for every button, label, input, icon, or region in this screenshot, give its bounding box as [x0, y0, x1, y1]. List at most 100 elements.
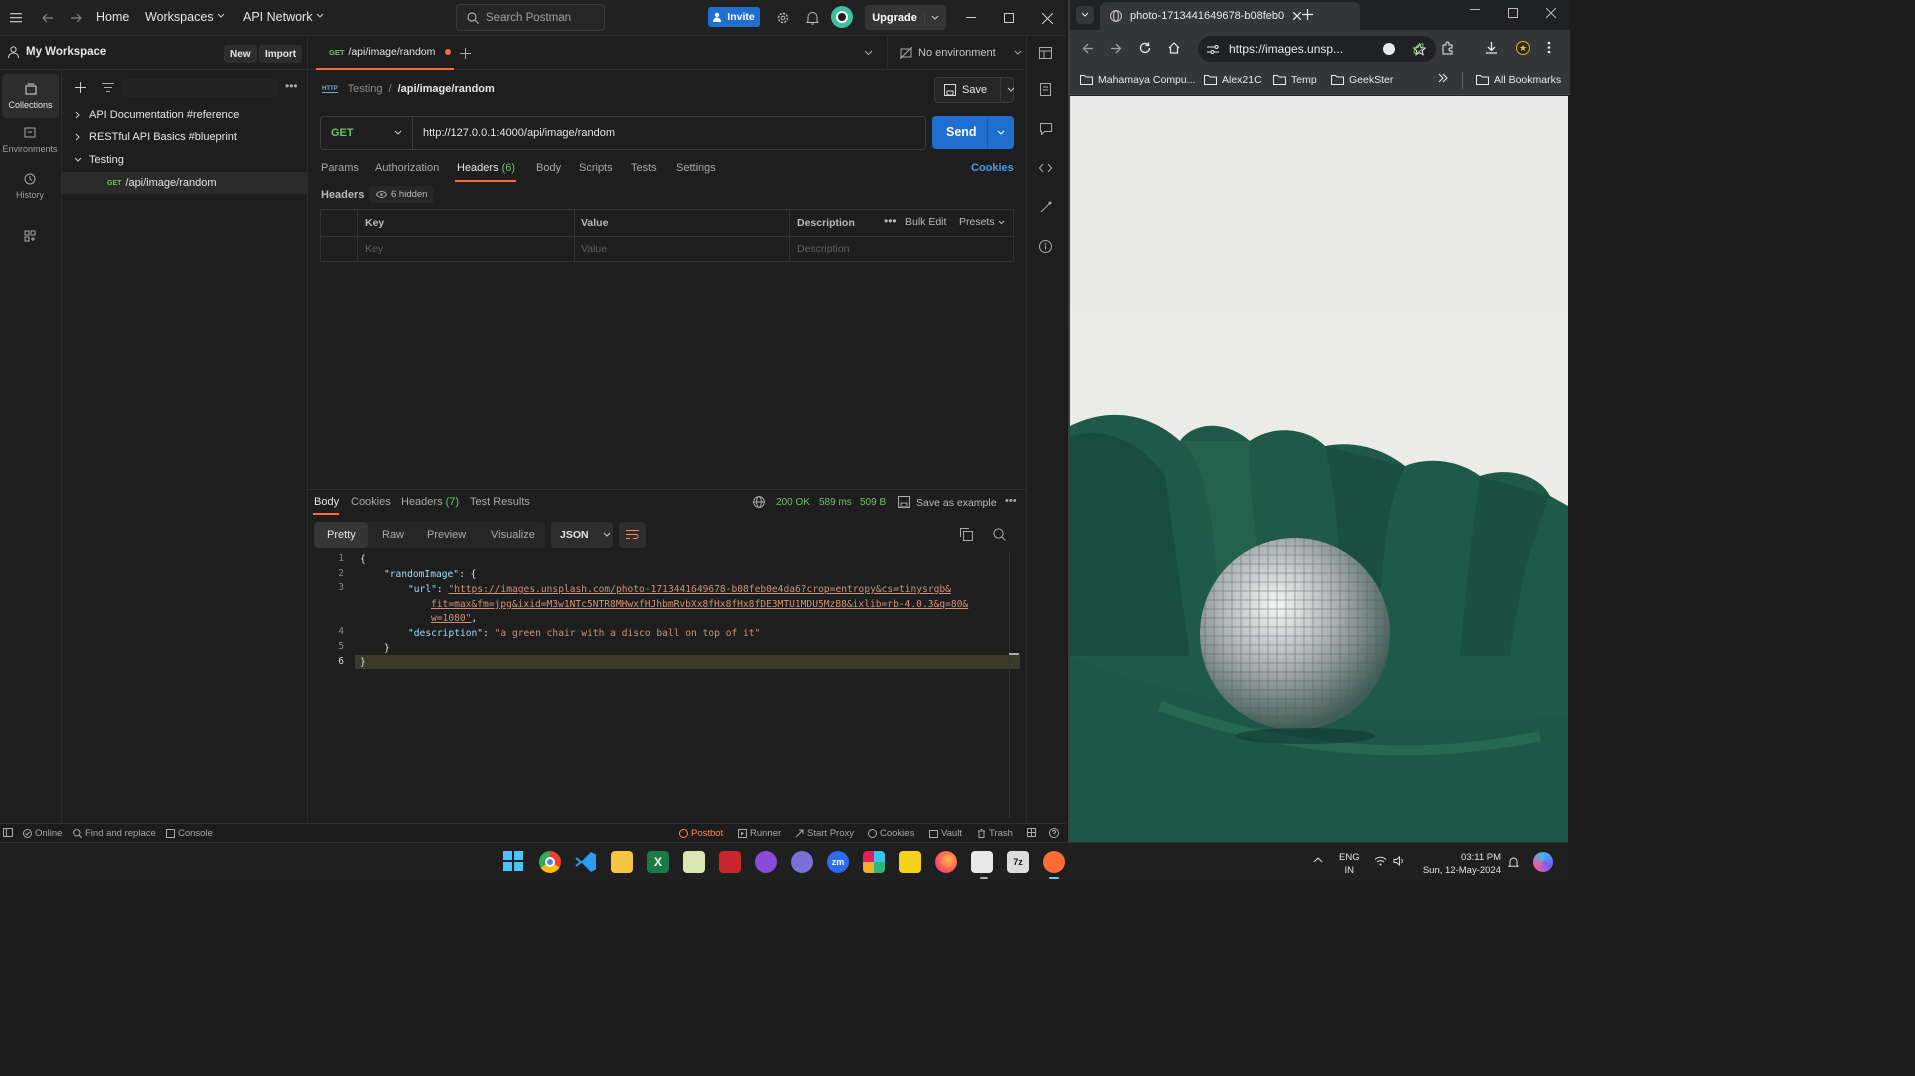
response-tab-headers[interactable]: Headers (7): [401, 496, 459, 508]
home-icon[interactable]: [1168, 42, 1180, 54]
pane-divider[interactable]: [308, 489, 1026, 490]
response-tab-cookies[interactable]: Cookies: [351, 496, 391, 508]
value-input[interactable]: Value: [581, 243, 607, 255]
bookmark-folder[interactable]: Mahamaya Compu...: [1080, 74, 1195, 86]
copilot-icon[interactable]: [1533, 852, 1553, 872]
view-visualize[interactable]: Visualize: [491, 529, 535, 541]
app-icon[interactable]: [791, 851, 813, 873]
key-input[interactable]: Key: [365, 243, 383, 255]
collection-restful-basics[interactable]: RESTful API Basics #blueprint: [62, 126, 307, 148]
back-arrow-icon[interactable]: [40, 10, 56, 26]
window-close-icon[interactable]: [1546, 8, 1556, 18]
info-icon[interactable]: [1039, 240, 1052, 253]
comments-icon[interactable]: [1040, 123, 1052, 135]
code-icon[interactable]: [1039, 163, 1052, 173]
slack-icon[interactable]: [863, 851, 885, 873]
nav-home[interactable]: Home: [96, 10, 129, 24]
close-tab-icon[interactable]: [1293, 12, 1301, 20]
window-close-icon[interactable]: [1038, 10, 1056, 26]
site-settings-icon[interactable]: [1207, 44, 1219, 55]
window-maximize-icon[interactable]: [1000, 10, 1018, 26]
new-tab-plus-icon[interactable]: [458, 46, 472, 60]
save-button[interactable]: Save: [934, 77, 1015, 103]
editor-scrollbar-track[interactable]: [1009, 552, 1010, 818]
cookies-link[interactable]: Cookies: [971, 162, 1014, 174]
window-maximize-icon[interactable]: [1508, 8, 1518, 18]
new-button[interactable]: New: [224, 45, 257, 63]
7zip-icon[interactable]: 7z: [1007, 851, 1029, 873]
forward-arrow-icon[interactable]: [1110, 43, 1122, 54]
response-status[interactable]: 200 OK: [776, 497, 810, 508]
extension-leaf-icon[interactable]: [1412, 42, 1425, 55]
environment-quicklook-icon[interactable]: [1039, 47, 1052, 59]
json-url-link[interactable]: w=1080": [431, 613, 471, 624]
console-button[interactable]: Console: [166, 828, 213, 839]
postbot-button[interactable]: Postbot: [679, 828, 723, 839]
search-postman-input[interactable]: Search Postman: [456, 4, 605, 31]
forward-arrow-icon[interactable]: [68, 10, 84, 26]
view-raw[interactable]: Raw: [382, 529, 404, 541]
json-url-link[interactable]: fit=max&fm=jpg&ixid=M3w1NTc5NTR8MHwxfHJh…: [431, 597, 968, 612]
layout-icon[interactable]: [1027, 828, 1036, 837]
sidebar-search-input[interactable]: [122, 79, 278, 97]
acrobat-icon[interactable]: [719, 851, 741, 873]
view-preview[interactable]: Preview: [427, 529, 466, 541]
help-icon[interactable]: [1049, 828, 1059, 838]
notification-bell-icon[interactable]: [803, 9, 821, 27]
start-proxy-button[interactable]: Start Proxy: [795, 828, 854, 839]
chrome-icon[interactable]: [539, 851, 561, 873]
wifi-icon[interactable]: [1374, 856, 1387, 866]
environment-selector[interactable]: No environment: [887, 36, 1026, 70]
trash-button[interactable]: Trash: [977, 828, 1013, 839]
chevron-down-icon[interactable]: [931, 15, 939, 21]
excel-icon[interactable]: X: [647, 851, 669, 873]
copy-icon[interactable]: [960, 528, 973, 541]
tab-search-chevron-icon[interactable]: [1076, 6, 1094, 24]
tab-scripts[interactable]: Scripts: [579, 162, 613, 174]
json-url-link[interactable]: "https://images.unsplash.com/photo-17134…: [448, 584, 951, 595]
chevron-down-icon[interactable]: [864, 50, 873, 56]
request-tab[interactable]: GET /api/image/random: [316, 36, 454, 70]
request-item[interactable]: GET /api/image/random: [62, 172, 307, 194]
bookmark-folder[interactable]: Alex21C: [1204, 74, 1262, 86]
collection-testing[interactable]: Testing: [62, 149, 307, 171]
kebab-menu-icon[interactable]: [1547, 41, 1551, 54]
extension-icon[interactable]: [1383, 43, 1395, 55]
reload-icon[interactable]: [1139, 42, 1151, 54]
documentation-icon[interactable]: [1040, 83, 1051, 96]
vault-button[interactable]: Vault: [929, 828, 962, 839]
new-tab-plus-icon[interactable]: [1302, 9, 1313, 20]
add-collection-icon[interactable]: [72, 79, 88, 95]
more-options-icon[interactable]: •••: [285, 79, 298, 93]
settings-gear-icon[interactable]: [774, 9, 792, 27]
online-status[interactable]: Online: [23, 828, 62, 839]
response-tab-test-results[interactable]: Test Results: [470, 496, 530, 508]
filter-icon[interactable]: [100, 79, 116, 95]
response-tab-body[interactable]: Body: [314, 496, 339, 508]
runner-button[interactable]: Runner: [738, 828, 781, 839]
bookmark-folder[interactable]: GeekSter: [1331, 74, 1393, 86]
hidden-headers-toggle[interactable]: 6 hidden: [369, 186, 435, 203]
breadcrumb-current[interactable]: /api/image/random: [398, 83, 495, 95]
tab-settings[interactable]: Settings: [676, 162, 716, 174]
response-size[interactable]: 509 B: [860, 497, 886, 508]
response-time[interactable]: 589 ms: [819, 497, 852, 508]
save-as-example-button[interactable]: Save as example: [916, 497, 997, 509]
tab-tests[interactable]: Tests: [631, 162, 657, 174]
more-bookmarks-chevron-icon[interactable]: [1438, 73, 1448, 83]
image-viewer[interactable]: [1070, 96, 1568, 842]
tab-headers[interactable]: Headers (6): [457, 162, 515, 174]
rail-collections[interactable]: Collections: [2, 74, 59, 118]
postman-icon[interactable]: [1043, 851, 1065, 873]
nav-workspaces[interactable]: Workspaces: [145, 10, 214, 24]
bookmark-folder[interactable]: Temp: [1273, 74, 1317, 86]
firefox-icon[interactable]: [935, 851, 957, 873]
browser-tab[interactable]: photo-1713441649678-b08feb0: [1100, 2, 1360, 30]
workspace-name[interactable]: My Workspace: [26, 46, 106, 58]
description-input[interactable]: Description: [797, 243, 850, 255]
url-input[interactable]: http://127.0.0.1:4000/api/image/random: [423, 127, 615, 139]
word-wrap-icon[interactable]: [619, 522, 646, 548]
find-replace-button[interactable]: Find and replace: [73, 828, 156, 839]
invite-button[interactable]: Invite: [708, 7, 760, 27]
format-selector[interactable]: JSON: [551, 522, 613, 548]
